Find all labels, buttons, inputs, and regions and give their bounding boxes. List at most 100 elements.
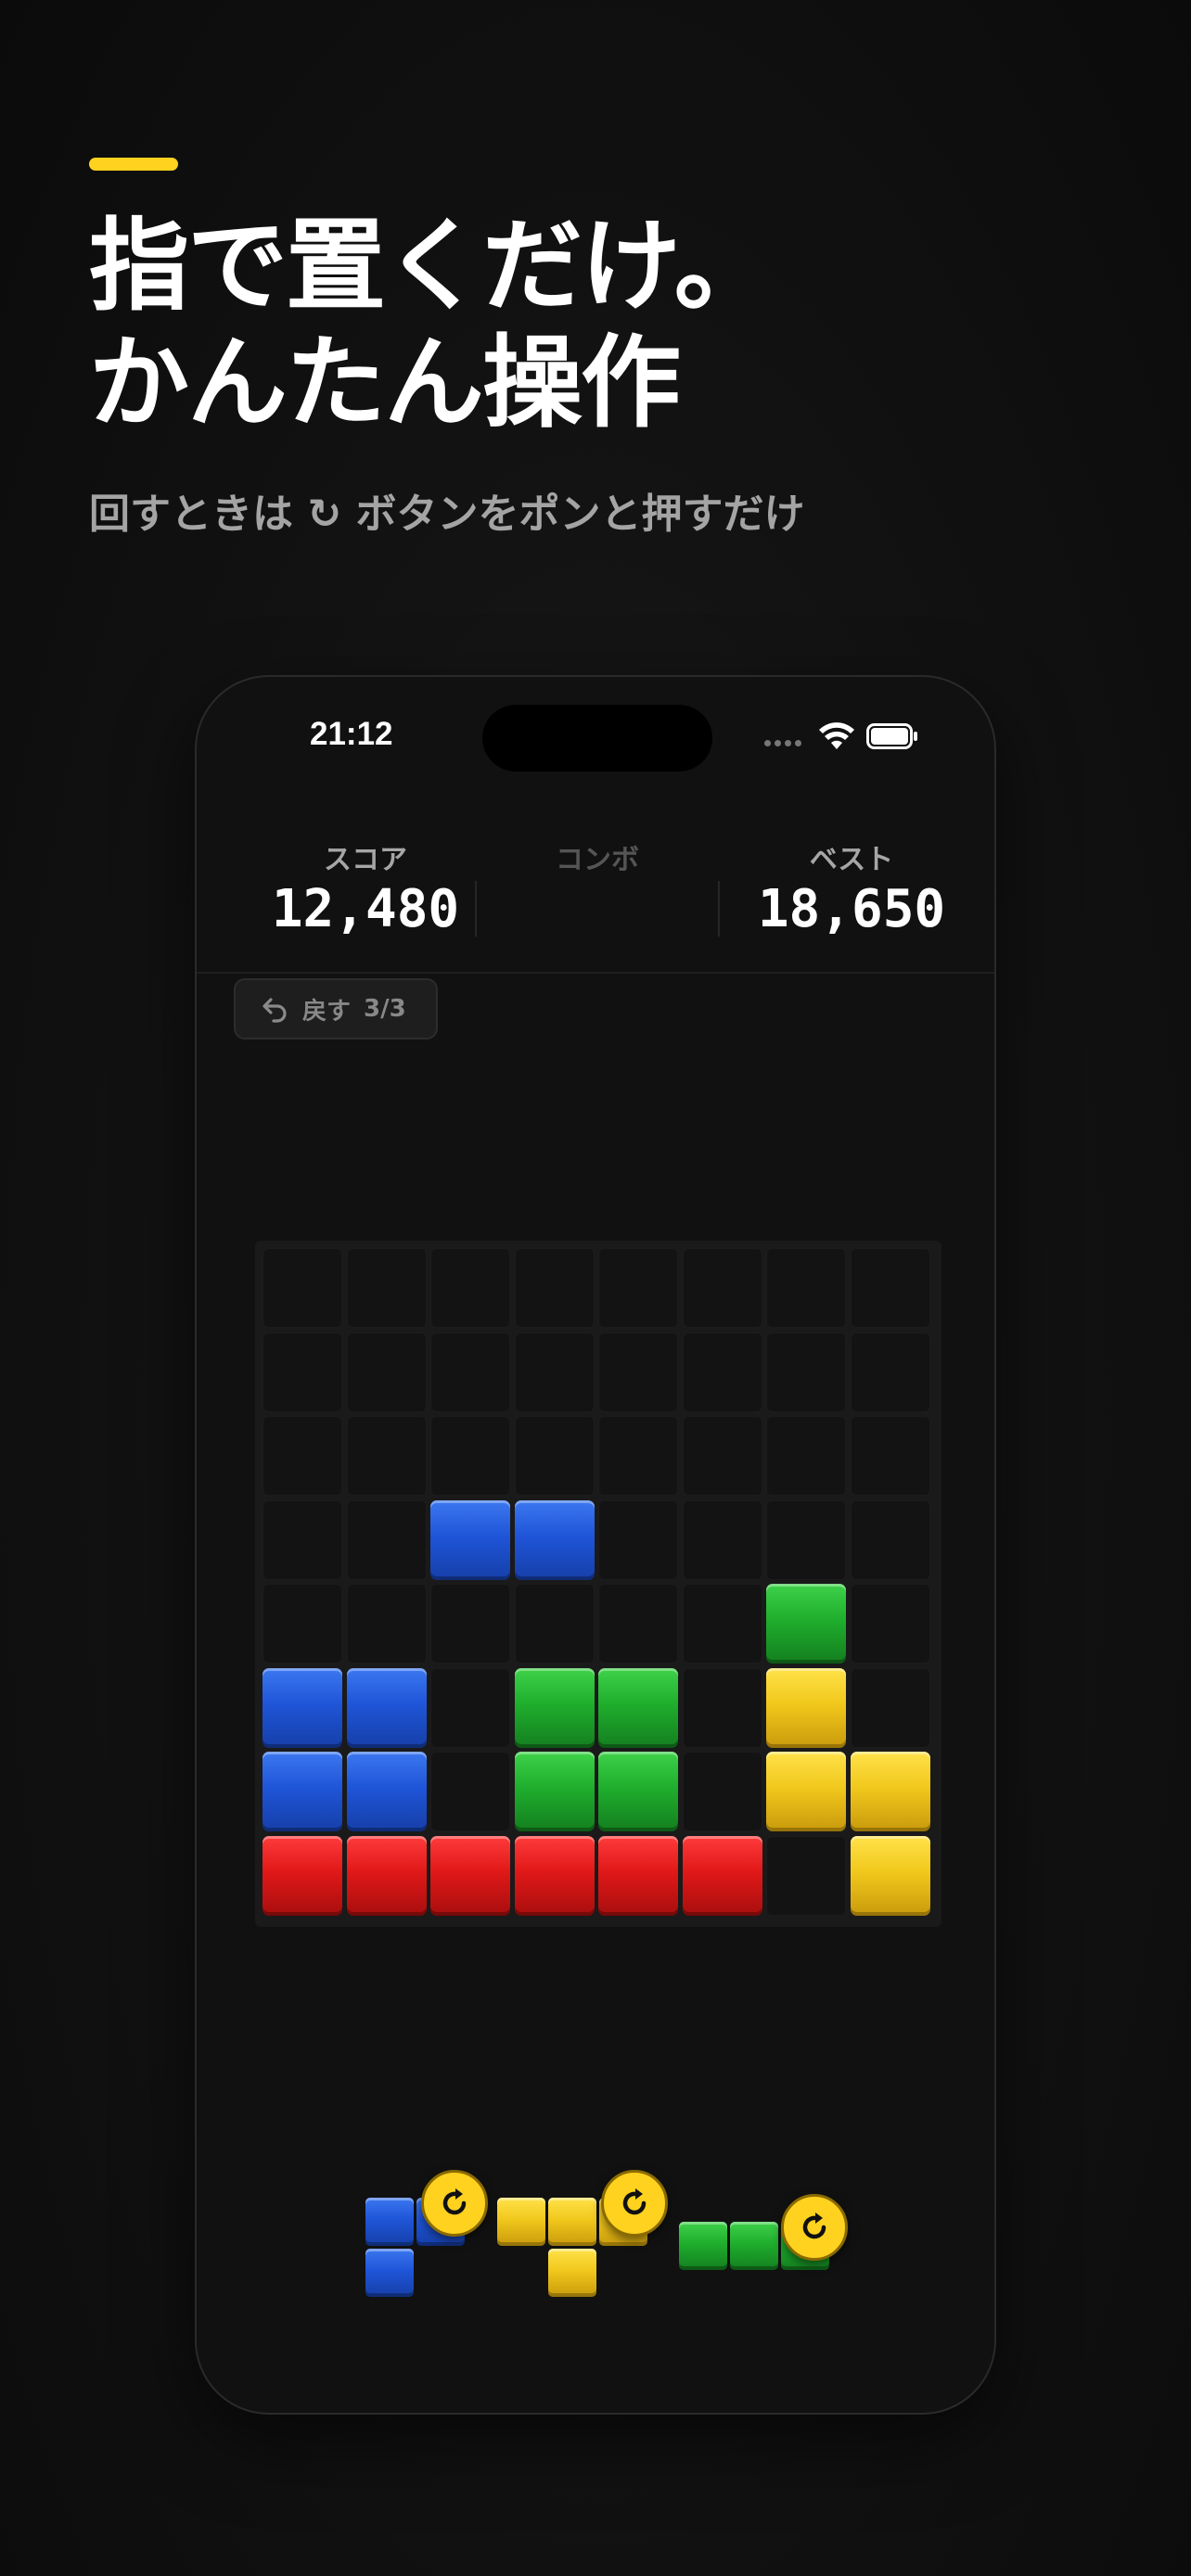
board-block-blue[interactable] bbox=[346, 1667, 427, 1748]
best-label: ベスト bbox=[809, 844, 894, 876]
board-cell[interactable] bbox=[682, 1499, 762, 1580]
board-block-blue[interactable] bbox=[263, 1667, 342, 1748]
board-block-green[interactable] bbox=[598, 1667, 678, 1748]
board-cell[interactable] bbox=[430, 1667, 510, 1748]
board-cell[interactable] bbox=[598, 1332, 678, 1412]
board-block-red[interactable] bbox=[682, 1835, 762, 1916]
board-block-red[interactable] bbox=[430, 1835, 510, 1916]
board-cell[interactable] bbox=[598, 1416, 678, 1496]
combo-panel: コンボ bbox=[467, 836, 727, 877]
board-cell[interactable] bbox=[766, 1248, 846, 1328]
score-divider-right bbox=[718, 881, 720, 937]
board-block-green[interactable] bbox=[514, 1752, 595, 1831]
signal-icon bbox=[764, 740, 801, 746]
score-value: 12,480 bbox=[271, 879, 460, 939]
board-cell[interactable] bbox=[263, 1584, 342, 1664]
rotate-icon bbox=[442, 2188, 467, 2215]
board-cell[interactable] bbox=[263, 1499, 342, 1580]
board-block-green[interactable] bbox=[598, 1752, 678, 1831]
board-cell[interactable] bbox=[514, 1332, 595, 1412]
board-block-red[interactable] bbox=[263, 1835, 342, 1916]
board-cell[interactable] bbox=[430, 1248, 510, 1328]
wifi-icon bbox=[819, 722, 854, 749]
board-cell[interactable] bbox=[766, 1332, 846, 1412]
board-block-red[interactable] bbox=[346, 1835, 427, 1916]
score-label: スコア bbox=[324, 844, 407, 876]
board-block-green[interactable] bbox=[766, 1584, 846, 1664]
board-cell[interactable] bbox=[430, 1416, 510, 1496]
board-cell[interactable] bbox=[850, 1416, 930, 1496]
headline: 指で置くだけ。 かんたん操作 bbox=[89, 209, 1109, 442]
board-block-yellow[interactable] bbox=[850, 1752, 930, 1831]
board-cell[interactable] bbox=[598, 1248, 678, 1328]
board-block-green[interactable] bbox=[514, 1667, 595, 1748]
undo-button[interactable]: 戻す 3/3 bbox=[234, 978, 438, 1039]
board-block-red[interactable] bbox=[514, 1835, 595, 1916]
board-cell[interactable] bbox=[430, 1584, 510, 1664]
phone-frame: 21:12 スコア 12,480 コンボ ベスト 18,650 戻す 3/3 bbox=[195, 675, 996, 2415]
rotate-icon bbox=[802, 2213, 826, 2239]
board-cell[interactable] bbox=[682, 1584, 762, 1664]
board-cell[interactable] bbox=[766, 1835, 846, 1916]
battery-icon bbox=[866, 723, 917, 749]
board-cell[interactable] bbox=[682, 1332, 762, 1412]
undo-label: 戻す bbox=[302, 997, 352, 1026]
board-cell[interactable] bbox=[766, 1416, 846, 1496]
combo-label: コンボ bbox=[556, 844, 639, 876]
best-value: 18,650 bbox=[757, 879, 946, 939]
board-cell[interactable] bbox=[263, 1416, 342, 1496]
board-block-blue[interactable] bbox=[430, 1499, 510, 1580]
score-bar: スコア 12,480 コンボ ベスト 18,650 bbox=[197, 816, 994, 974]
rotate-button[interactable] bbox=[781, 2194, 848, 2261]
subtitle: 回すときは ↻ ボタンをポンと押すだけ bbox=[89, 491, 805, 538]
board-cell[interactable] bbox=[682, 1416, 762, 1496]
board-cell[interactable] bbox=[682, 1752, 762, 1831]
rotate-button[interactable] bbox=[421, 2170, 488, 2237]
game-board[interactable] bbox=[255, 1241, 941, 1927]
dynamic-island bbox=[482, 705, 712, 772]
board-cell[interactable] bbox=[850, 1332, 930, 1412]
score-divider-left bbox=[475, 881, 477, 937]
board-block-blue[interactable] bbox=[263, 1752, 342, 1831]
board-block-blue[interactable] bbox=[514, 1499, 595, 1580]
piece-tray bbox=[197, 2123, 994, 2309]
tray-block bbox=[365, 2198, 414, 2246]
board-cell[interactable] bbox=[346, 1584, 427, 1664]
board-cell[interactable] bbox=[346, 1499, 427, 1580]
board-cell[interactable] bbox=[850, 1584, 930, 1664]
score-panel: スコア 12,480 bbox=[236, 836, 495, 939]
board-cell[interactable] bbox=[430, 1332, 510, 1412]
board-block-yellow[interactable] bbox=[766, 1667, 846, 1748]
board-block-yellow[interactable] bbox=[850, 1835, 930, 1916]
rotate-button[interactable] bbox=[601, 2170, 668, 2237]
tray-block bbox=[548, 2249, 596, 2297]
board-cell[interactable] bbox=[430, 1752, 510, 1831]
board-cell[interactable] bbox=[514, 1248, 595, 1328]
board-cell[interactable] bbox=[263, 1332, 342, 1412]
tray-block bbox=[365, 2249, 414, 2297]
status-time: 21:12 bbox=[310, 716, 393, 752]
tray-block bbox=[548, 2198, 596, 2246]
board-block-yellow[interactable] bbox=[766, 1752, 846, 1831]
board-cell[interactable] bbox=[346, 1248, 427, 1328]
board-cell[interactable] bbox=[682, 1667, 762, 1748]
board-cell[interactable] bbox=[514, 1584, 595, 1664]
undo-icon bbox=[263, 998, 287, 1023]
board-cell[interactable] bbox=[850, 1248, 930, 1328]
board-cell[interactable] bbox=[598, 1499, 678, 1580]
board-cell[interactable] bbox=[346, 1416, 427, 1496]
board-cell[interactable] bbox=[850, 1499, 930, 1580]
board-cell[interactable] bbox=[766, 1499, 846, 1580]
tray-block bbox=[679, 2222, 727, 2270]
board-cell[interactable] bbox=[598, 1584, 678, 1664]
board-cell[interactable] bbox=[850, 1667, 930, 1748]
board-cell[interactable] bbox=[263, 1248, 342, 1328]
tray-block bbox=[497, 2198, 545, 2246]
board-cell[interactable] bbox=[514, 1416, 595, 1496]
board-cell[interactable] bbox=[682, 1248, 762, 1328]
tray-block bbox=[730, 2222, 778, 2270]
board-cell[interactable] bbox=[346, 1332, 427, 1412]
board-block-blue[interactable] bbox=[346, 1752, 427, 1831]
board-block-red[interactable] bbox=[598, 1835, 678, 1916]
headline-line-2: かんたん操作 bbox=[89, 325, 681, 441]
